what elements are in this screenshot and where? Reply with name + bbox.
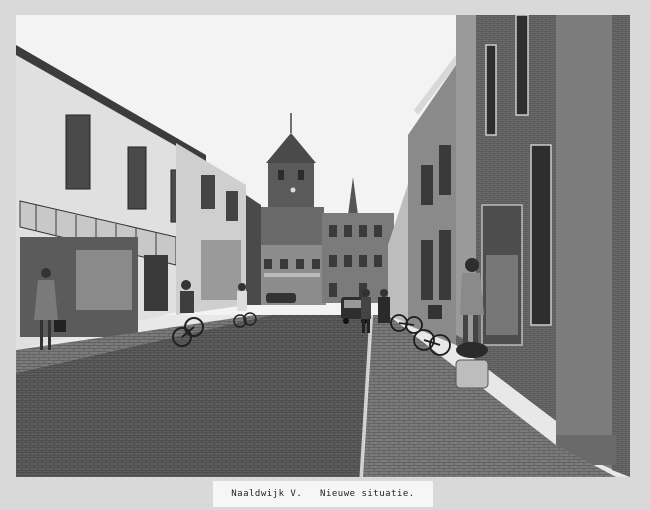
road [16,315,371,477]
caption-text: Naaldwijk V. Nieuwe situatie. [231,489,415,499]
photo-caption: Naaldwijk V. Nieuwe situatie. [213,481,433,507]
distant-buildings [254,207,394,305]
street-photo [16,15,630,477]
flower-basket [455,342,489,389]
